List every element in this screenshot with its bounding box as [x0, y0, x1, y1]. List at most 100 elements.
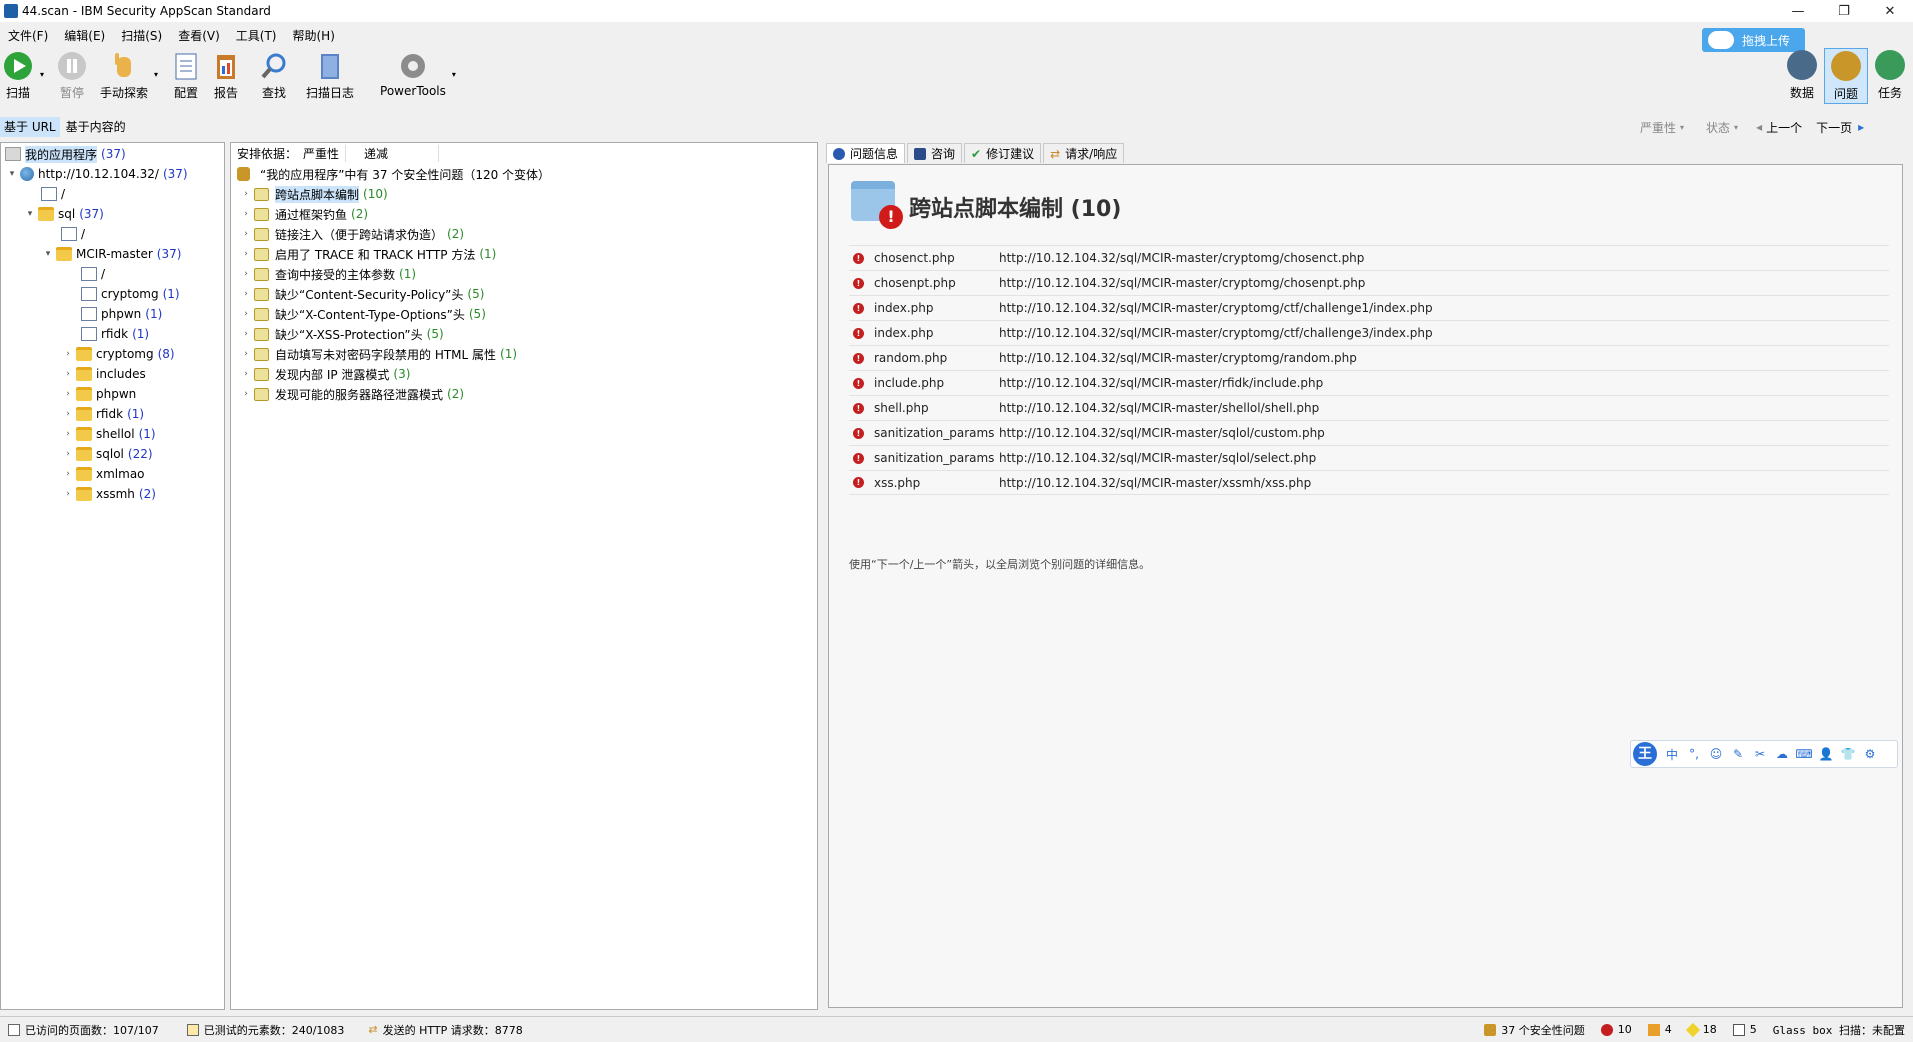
tree-folder-mcir[interactable]: ▾ MCIR-master (37)	[43, 245, 181, 263]
issue-instance-row[interactable]: ! index.php http://10.12.104.32/sql/MCIR-m…	[849, 320, 1889, 345]
issue-instance-row[interactable]: ! chosenct.php http://10.12.104.32/sql/MCI…	[849, 245, 1889, 270]
menu-scan[interactable]: 扫描(S)	[113, 27, 170, 44]
issue-type-row[interactable]: › 缺少“X-Content-Type-Options”头 (5)	[241, 305, 486, 323]
issues-summary[interactable]: “我的应用程序”中有 37 个安全性问题（120 个变体）	[237, 165, 550, 183]
scan-log-button[interactable]: 扫描日志	[306, 48, 354, 101]
tree-folder[interactable]: › shellol (1)	[63, 425, 156, 443]
tree-page[interactable]: /	[81, 265, 105, 283]
tab-issue-info[interactable]: 问题信息	[826, 143, 906, 163]
issue-instance-row[interactable]: ! sanitization_params http://10.12.104.32/…	[849, 420, 1889, 445]
issue-type-row[interactable]: › 启用了 TRACE 和 TRACK HTTP 方法 (1)	[241, 245, 496, 263]
expand-icon[interactable]: ›	[63, 369, 73, 379]
expand-icon[interactable]: ›	[241, 269, 251, 279]
issue-type-row[interactable]: › 通过框架钓鱼 (2)	[241, 205, 368, 223]
expand-icon[interactable]: ›	[241, 249, 251, 259]
issue-type-row[interactable]: › 发现内部 IP 泄露模式 (3)	[241, 365, 410, 383]
menu-file[interactable]: 文件(F)	[0, 27, 56, 44]
status-filter[interactable]: 状态	[1706, 119, 1730, 136]
ime-punct[interactable]: °,	[1685, 747, 1703, 761]
severity-filter[interactable]: 严重性	[1640, 119, 1676, 136]
chevron-down-icon[interactable]: ▾	[1680, 123, 1684, 132]
next-arrow-icon[interactable]: ▸	[1858, 120, 1864, 134]
config-button[interactable]: 配置	[170, 48, 202, 101]
prev-arrow-icon[interactable]: ◂	[1756, 120, 1762, 134]
next-button[interactable]: 下一页	[1816, 119, 1852, 136]
expand-icon[interactable]: ›	[241, 349, 251, 359]
tab-by-url[interactable]: 基于 URL	[0, 117, 60, 137]
expand-icon[interactable]: ›	[241, 329, 251, 339]
chevron-down-icon[interactable]: ▾	[40, 70, 44, 79]
collapse-icon[interactable]: ▾	[43, 249, 53, 259]
issue-type-row[interactable]: › 链接注入（便于跨站请求伪造） (2)	[241, 225, 464, 243]
expand-icon[interactable]: ›	[241, 189, 251, 199]
powertools-button[interactable]: PowerTools ▾	[380, 48, 456, 98]
prev-button[interactable]: 上一个	[1766, 119, 1802, 136]
tree-folder[interactable]: › xssmh (2)	[63, 485, 156, 503]
cloud-icon[interactable]: ☁	[1773, 747, 1791, 761]
expand-icon[interactable]: ›	[241, 209, 251, 219]
issues-view-button[interactable]: 问题	[1824, 48, 1868, 104]
issue-instance-row[interactable]: ! chosenpt.php http://10.12.104.32/sql/MCI…	[849, 270, 1889, 295]
menu-tools[interactable]: 工具(T)	[228, 27, 285, 44]
chevron-down-icon[interactable]: ▾	[1734, 123, 1738, 132]
expand-icon[interactable]: ›	[63, 389, 73, 399]
sort-by[interactable]: 安排依据： 严重性	[231, 144, 347, 162]
expand-icon[interactable]: ›	[63, 489, 73, 499]
sort-direction[interactable]: 递减	[346, 144, 440, 162]
tab-advisory[interactable]: 咨询	[907, 143, 963, 163]
tree-folder[interactable]: › rfidk (1)	[63, 405, 144, 423]
collapse-icon[interactable]: ▾	[25, 209, 35, 219]
tree-root[interactable]: 我的应用程序 (37)	[5, 145, 126, 163]
issue-instance-row[interactable]: ! sanitization_params http://10.12.104.32/…	[849, 445, 1889, 470]
ime-chinese[interactable]: 中	[1663, 746, 1681, 763]
tree-page[interactable]: rfidk (1)	[81, 325, 149, 343]
expand-icon[interactable]: ›	[63, 429, 73, 439]
scissors-icon[interactable]: ✂	[1751, 747, 1769, 761]
tree-host[interactable]: ▾ http://10.12.104.32/ (37)	[7, 165, 188, 183]
tree-page[interactable]: cryptomg (1)	[81, 285, 180, 303]
expand-icon[interactable]: ›	[63, 349, 73, 359]
tree-folder-sql[interactable]: ▾ sql (37)	[25, 205, 104, 223]
tab-fix-recommendation[interactable]: ✔ 修订建议	[964, 143, 1042, 163]
issue-type-row[interactable]: › 发现可能的服务器路径泄露模式 (2)	[241, 385, 464, 403]
tree-page[interactable]: phpwn (1)	[81, 305, 162, 323]
issue-type-row[interactable]: › 缺少“X-XSS-Protection”头 (5)	[241, 325, 443, 343]
expand-icon[interactable]: ›	[241, 389, 251, 399]
issue-type-row[interactable]: › 自动填写未对密码字段禁用的 HTML 属性 (1)	[241, 345, 517, 363]
menu-view[interactable]: 查看(V)	[170, 27, 228, 44]
issue-instance-row[interactable]: ! random.php http://10.12.104.32/sql/MCIR-…	[849, 345, 1889, 370]
restore-icon[interactable]: ❐	[1821, 0, 1867, 22]
expand-icon[interactable]: ›	[63, 409, 73, 419]
report-button[interactable]: 报告	[210, 48, 242, 101]
tree-page[interactable]: /	[41, 185, 65, 203]
find-button[interactable]: 查找	[258, 48, 290, 101]
issue-instance-row[interactable]: ! shell.php http://10.12.104.32/sql/MCIR-m…	[849, 395, 1889, 420]
user-icon[interactable]: 👤	[1817, 747, 1835, 761]
tree-folder[interactable]: › phpwn	[63, 385, 136, 403]
expand-icon[interactable]: ›	[241, 369, 251, 379]
issue-instance-row[interactable]: ! include.php http://10.12.104.32/sql/MCIR…	[849, 370, 1889, 395]
data-view-button[interactable]: 数据	[1780, 48, 1824, 104]
menu-help[interactable]: 帮助(H)	[285, 27, 343, 44]
issue-instance-row[interactable]: ! index.php http://10.12.104.32/sql/MCIR-m…	[849, 295, 1889, 320]
tab-by-content[interactable]: 基于内容的	[62, 117, 130, 137]
expand-icon[interactable]: ›	[241, 289, 251, 299]
tasks-view-button[interactable]: 任务	[1868, 48, 1912, 104]
issue-type-row[interactable]: › 跨站点脚本编制 (10)	[241, 185, 388, 203]
pause-button[interactable]: 暂停	[56, 48, 88, 101]
scan-button[interactable]: 扫描 ▾	[2, 48, 44, 101]
ime-logo[interactable]: 王	[1633, 742, 1657, 766]
issue-type-row[interactable]: › 缺少“Content-Security-Policy”头 (5)	[241, 285, 484, 303]
expand-icon[interactable]: ›	[63, 449, 73, 459]
issues-count[interactable]: 37 个安全性问题	[1476, 1022, 1593, 1038]
tree-folder[interactable]: › cryptomg (8)	[63, 345, 175, 363]
settings-icon[interactable]: ⚙	[1861, 747, 1879, 761]
menu-edit[interactable]: 编辑(E)	[56, 27, 113, 44]
minimize-icon[interactable]: —	[1775, 0, 1821, 22]
expand-icon[interactable]: ›	[241, 309, 251, 319]
tree-folder[interactable]: › includes	[63, 365, 146, 383]
tree-page[interactable]: /	[61, 225, 85, 243]
issue-type-row[interactable]: › 查询中接受的主体参数 (1)	[241, 265, 416, 283]
chevron-down-icon[interactable]: ▾	[154, 70, 158, 79]
shirt-icon[interactable]: 👕	[1839, 747, 1857, 761]
